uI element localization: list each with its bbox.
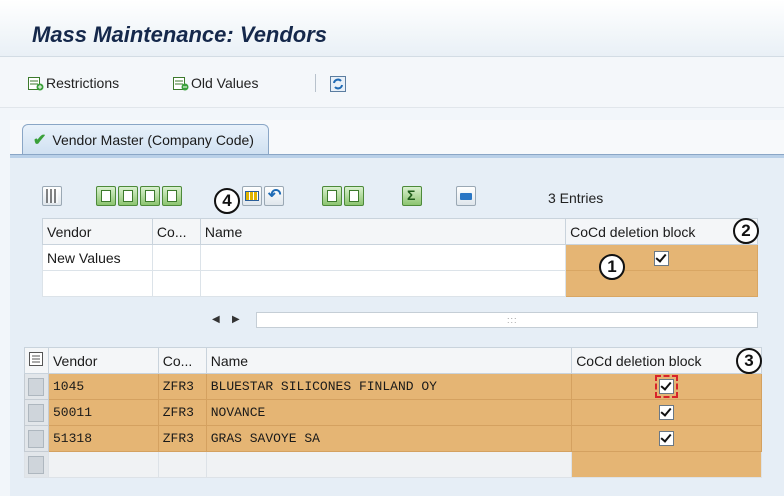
new-values-name-cell[interactable] [199, 244, 567, 271]
vendor-cell: 51318 [47, 425, 159, 452]
application-toolbar: Restrictions Old Values [0, 57, 784, 108]
page-title: Mass Maintenance: Vendors [32, 22, 328, 47]
name-cell: GRAS SAVOYE SA [205, 425, 573, 452]
scroll-right-icon[interactable]: ▶ [232, 314, 240, 325]
scrollbar-grip-icon[interactable]: ::: [507, 315, 518, 325]
restrictions-label: Restrictions [46, 75, 120, 91]
empty-cell [205, 451, 573, 478]
row-selector[interactable] [24, 425, 49, 452]
column-header-deletion-block[interactable]: CoCd deletion block [571, 347, 762, 374]
restrictions-icon [28, 76, 44, 91]
new-values-deletion-block-checkbox[interactable] [654, 250, 670, 266]
restrictions-button[interactable]: Restrictions [28, 72, 119, 94]
name-cell: NOVANCE [205, 399, 573, 426]
checkmark-icon: ✔ [33, 132, 47, 149]
vendors-header-row: Vendor Co... Name CoCd deletion block [24, 347, 762, 374]
new-values-row: New Values [42, 244, 758, 271]
empty-cell [151, 270, 201, 297]
old-values-icon [173, 76, 189, 91]
deletion-block-checkbox[interactable] [659, 405, 675, 421]
old-values-label: Old Values [191, 75, 259, 91]
calculator-icon[interactable] [42, 186, 62, 206]
deletion-block-checkbox[interactable] [655, 375, 679, 399]
column-header-name[interactable]: Name [205, 347, 573, 374]
empty-cell [157, 451, 207, 478]
row-selector[interactable] [24, 451, 49, 478]
name-cell: BLUESTAR SILICONES FINLAND OY [205, 373, 573, 400]
cocd-cell: ZFR3 [157, 425, 207, 452]
callout-2: 2 [733, 218, 759, 244]
print-icon[interactable] [456, 186, 476, 206]
filter-icon[interactable] [162, 186, 182, 206]
empty-cell [571, 451, 762, 478]
carry-out-mass-change-icon[interactable] [242, 186, 262, 206]
empty-cell [42, 270, 153, 297]
scrollbar-track[interactable]: ::: [256, 312, 758, 328]
deselect-all-icon[interactable] [118, 186, 138, 206]
new-values-cocd-cell[interactable] [151, 244, 201, 271]
column-header-deletion-block[interactable]: CoCd deletion block [565, 218, 758, 245]
select-block-icon[interactable] [140, 186, 160, 206]
table-row [24, 451, 762, 478]
vendor-cell: 50011 [47, 399, 159, 426]
select-all-rows-icon[interactable] [24, 347, 49, 374]
refresh-button[interactable] [330, 72, 348, 94]
table-row: 1045 ZFR3 BLUESTAR SILICONES FINLAND OY [24, 373, 762, 400]
new-values-label: New Values [42, 244, 153, 271]
column-header-name[interactable]: Name [199, 218, 567, 245]
toolbar-separator [315, 74, 316, 92]
undo-icon[interactable] [264, 185, 284, 206]
refresh-icon [330, 75, 346, 92]
new-values-table: Vendor Co... Name CoCd deletion block Ne… [42, 218, 758, 297]
new-values-header-row: Vendor Co... Name CoCd deletion block [42, 218, 758, 245]
deletion-block-cell [571, 399, 762, 426]
row-selector[interactable] [24, 399, 49, 426]
tab-label: Vendor Master (Company Code) [52, 132, 254, 148]
new-values-empty-row [42, 270, 758, 297]
column-header-vendor[interactable]: Vendor [47, 347, 159, 374]
new-values-deletion-block-cell [565, 244, 758, 271]
horizontal-scrollbar[interactable]: ◀ ▶ ::: [42, 306, 758, 336]
column-header-cocd[interactable]: Co... [157, 347, 207, 374]
table-row: 51318 ZFR3 GRAS SAVOYE SA [24, 425, 762, 452]
row-selector[interactable] [24, 373, 49, 400]
cocd-cell: ZFR3 [157, 373, 207, 400]
deletion-block-checkbox[interactable] [659, 431, 675, 447]
scroll-left-icon[interactable]: ◀ [212, 314, 220, 325]
empty-cell [199, 270, 567, 297]
empty-cell [47, 451, 159, 478]
tab-vendor-master-company-code[interactable]: ✔ Vendor Master (Company Code) [22, 124, 269, 155]
sort-ascending-icon[interactable] [322, 186, 342, 206]
sum-icon[interactable] [402, 186, 422, 206]
callout-4: 4 [214, 188, 240, 214]
deletion-block-cell [571, 425, 762, 452]
callout-3: 3 [736, 348, 762, 374]
callout-1: 1 [599, 254, 625, 280]
entries-count: 3 Entries [548, 190, 604, 206]
empty-cell [565, 270, 758, 297]
old-values-button[interactable]: Old Values [173, 72, 258, 94]
sort-descending-icon[interactable] [344, 186, 364, 206]
vendors-table: Vendor Co... Name CoCd deletion block 10… [24, 347, 762, 478]
table-row: 50011 ZFR3 NOVANCE [24, 399, 762, 426]
deletion-block-cell [571, 373, 762, 400]
title-bar: Mass Maintenance: Vendors [0, 0, 784, 57]
column-header-cocd[interactable]: Co... [151, 218, 201, 245]
vendor-cell: 1045 [47, 373, 159, 400]
column-header-vendor[interactable]: Vendor [42, 218, 153, 245]
cocd-cell: ZFR3 [157, 399, 207, 426]
select-all-icon[interactable] [96, 186, 116, 206]
